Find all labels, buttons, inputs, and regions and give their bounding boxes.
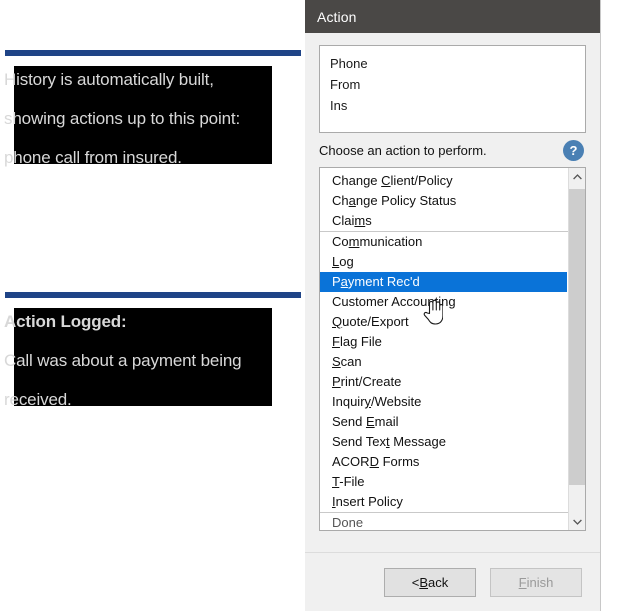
annotation-line: received.	[4, 390, 72, 409]
action-list-item[interactable]: Claims	[320, 211, 568, 232]
prompt-label: Choose an action to perform.	[319, 142, 487, 158]
action-list-item[interactable]: Log	[320, 252, 568, 272]
action-list-item[interactable]: Inquiry/Website	[320, 392, 568, 412]
chevron-up-icon[interactable]	[569, 168, 585, 185]
help-icon[interactable]: ?	[563, 139, 584, 161]
action-list-item[interactable]: Done	[320, 513, 568, 530]
dialog-titlebar: Action	[305, 0, 600, 33]
action-list-item[interactable]: T-File	[320, 472, 568, 492]
action-list-item[interactable]: Communication	[320, 232, 568, 252]
annotation-panel: History is automatically built, showing …	[0, 0, 305, 611]
action-list-item[interactable]: Send Text Message	[320, 432, 568, 452]
annotation-block-action-logged: Action Logged: Call was about a payment …	[0, 302, 300, 419]
scrollbar-track[interactable]	[569, 185, 585, 513]
action-list-item[interactable]: Change Policy Status	[320, 191, 568, 211]
annotation-line: History is automatically built,	[4, 70, 214, 89]
list-scrollbar[interactable]	[568, 168, 585, 530]
annotation-line: phone call from insured.	[4, 148, 182, 167]
history-listbox[interactable]: Phone From Ins	[319, 45, 586, 133]
annotation-block-history: History is automatically built, showing …	[0, 60, 300, 177]
annotation-heading: Action Logged:	[4, 312, 127, 331]
back-button[interactable]: < Back	[384, 567, 476, 597]
action-list-item[interactable]: Quote/Export	[320, 312, 568, 332]
annotation-line: showing actions up to this point:	[4, 109, 241, 128]
annotation-line: Call was about a payment being	[4, 351, 242, 370]
history-line: From	[330, 77, 361, 92]
action-list-item[interactable]: Send Email	[320, 412, 568, 432]
action-list-item[interactable]: ACORD Forms	[320, 452, 568, 472]
action-list-item[interactable]: Customer Accounting	[320, 292, 568, 312]
annotation-divider-1	[5, 50, 301, 56]
prompt-row: Choose an action to perform. ?	[319, 133, 586, 167]
annotation-divider-2	[5, 292, 301, 298]
action-list-item[interactable]: Print/Create	[320, 372, 568, 392]
dialog-title: Action	[317, 8, 357, 25]
action-list-item[interactable]: Change Client/Policy	[320, 171, 568, 191]
action-list-item[interactable]: Scan	[320, 352, 568, 372]
history-line: Ins	[330, 98, 348, 113]
dialog-body: Phone From Ins Choose an action to perfo…	[305, 33, 600, 531]
dialog-footer: < Back Finish	[305, 552, 600, 611]
action-list-item[interactable]: Payment Rec'd	[320, 272, 567, 292]
finish-button: Finish	[490, 567, 582, 597]
scrollbar-thumb[interactable]	[569, 189, 585, 485]
action-listbox[interactable]: Change Client/Policy Change Policy Status…	[319, 167, 586, 531]
action-dialog: Action Phone From Ins Choose an action t…	[305, 0, 601, 611]
history-line: Phone	[330, 56, 368, 71]
action-list: Change Client/Policy Change Policy Status…	[320, 168, 568, 530]
action-list-item[interactable]: Insert Policy	[320, 492, 568, 513]
chevron-down-icon[interactable]	[569, 513, 585, 530]
action-list-item[interactable]: Flag File	[320, 332, 568, 352]
